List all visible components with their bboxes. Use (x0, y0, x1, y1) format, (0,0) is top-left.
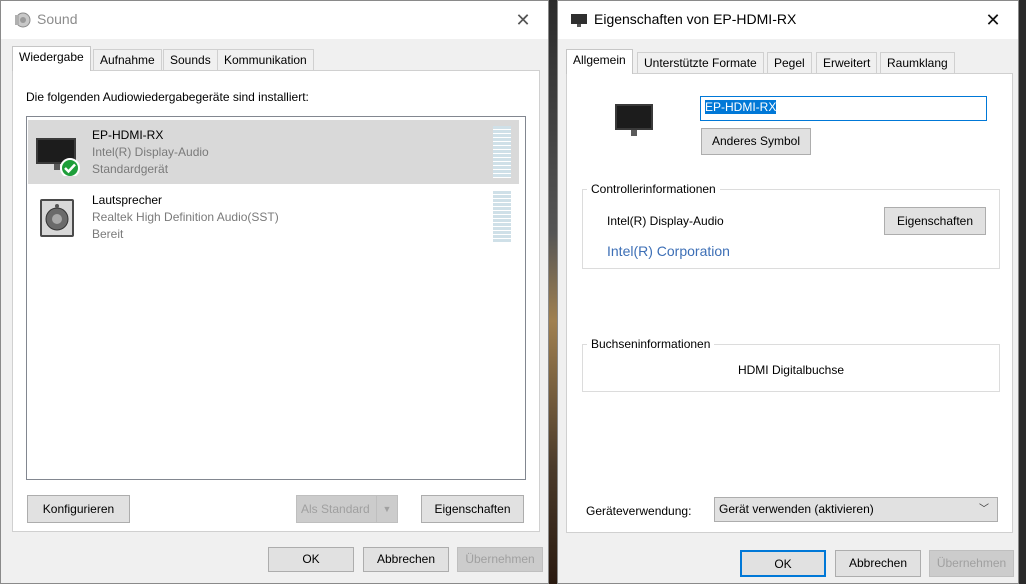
speaker-title-icon (15, 12, 31, 28)
jack-info-value: HDMI Digitalbuchse (737, 363, 845, 377)
tab-kommunikation[interactable]: Kommunikation (217, 49, 314, 71)
monitor-title-icon (571, 14, 587, 27)
monitor-icon (615, 104, 653, 136)
controller-info-label: Controllerinformationen (587, 182, 720, 196)
general-panel: EP-HDMI-RX Anderes Symbol Controllerinfo… (566, 73, 1013, 533)
sound-window: Sound ✕ Wiedergabe Aufnahme Sounds Kommu… (0, 0, 549, 584)
device-name-value: EP-HDMI-RX (705, 100, 777, 114)
device-driver: Realtek High Definition Audio(SST) (92, 210, 279, 224)
desktop-background-right (1018, 0, 1026, 584)
sound-close-icon[interactable]: ✕ (512, 9, 534, 31)
list-item-ep-hdmi-rx[interactable]: EP-HDMI-RX Intel(R) Display-Audio Standa… (28, 120, 519, 184)
tab-allgemein[interactable]: Allgemein (566, 49, 633, 74)
device-name: EP-HDMI-RX (92, 128, 164, 142)
tab-wiedergabe[interactable]: Wiedergabe (12, 46, 91, 71)
ok-button[interactable]: OK (268, 547, 354, 572)
change-icon-button[interactable]: Anderes Symbol (701, 128, 811, 155)
ok-button[interactable]: OK (740, 550, 826, 577)
jack-info-label: Buchseninformationen (587, 337, 715, 351)
tab-pegel[interactable]: Pegel (767, 52, 812, 74)
device-usage-select[interactable]: Gerät verwenden (aktivieren) ﹀ (714, 497, 998, 522)
volume-meter (493, 126, 511, 178)
playback-panel: Die folgenden Audiowiedergabegeräte sind… (12, 70, 540, 532)
controller-name: Intel(R) Display-Audio (607, 214, 724, 228)
manufacturer-link[interactable]: Intel(R) Corporation (607, 243, 730, 259)
apply-button[interactable]: Übernehmen (929, 550, 1014, 577)
device-status: Standardgerät (92, 162, 169, 176)
tab-erweitert[interactable]: Erweitert (816, 52, 878, 74)
controller-info-group: Controllerinformationen Intel(R) Display… (582, 182, 1000, 269)
properties-window: Eigenschaften von EP-HDMI-RX ✕ Allgemein… (557, 0, 1019, 584)
chevron-down-icon: ﹀ (979, 504, 989, 515)
properties-window-title: Eigenschaften von EP-HDMI-RX (594, 11, 797, 27)
tab-sounds[interactable]: Sounds (163, 49, 218, 71)
sound-titlebar[interactable]: Sound ✕ (1, 1, 548, 39)
cancel-button[interactable]: Abbrechen (363, 547, 449, 572)
configure-button[interactable]: Konfigurieren (27, 495, 130, 523)
sound-window-title: Sound (37, 11, 78, 27)
playback-instructions: Die folgenden Audiowiedergabegeräte sind… (26, 90, 309, 104)
device-status: Bereit (92, 227, 124, 241)
volume-meter (493, 191, 511, 243)
device-name: Lautsprecher (92, 193, 163, 207)
tab-aufnahme[interactable]: Aufnahme (93, 49, 162, 71)
tab-raumklang[interactable]: Raumklang (880, 52, 955, 74)
tab-unterstuetzte-formate[interactable]: Unterstützte Formate (637, 52, 764, 74)
list-item-lautsprecher[interactable]: Lautsprecher Realtek High Definition Aud… (28, 185, 519, 249)
chevron-down-icon[interactable]: ▼ (376, 496, 397, 522)
cancel-button[interactable]: Abbrechen (835, 550, 921, 577)
device-name-input[interactable]: EP-HDMI-RX (700, 96, 987, 121)
properties-close-icon[interactable]: ✕ (982, 9, 1004, 31)
properties-button[interactable]: Eigenschaften (421, 495, 524, 523)
apply-button[interactable]: Übernehmen (457, 547, 543, 572)
device-list[interactable]: EP-HDMI-RX Intel(R) Display-Audio Standa… (26, 116, 526, 480)
monitor-icon (36, 138, 80, 176)
set-default-split-button[interactable]: Als Standard ▼ (296, 495, 398, 523)
device-driver: Intel(R) Display-Audio (92, 145, 209, 159)
properties-titlebar[interactable]: Eigenschaften von EP-HDMI-RX ✕ (558, 1, 1018, 39)
speaker-icon (40, 199, 74, 237)
controller-properties-button[interactable]: Eigenschaften (884, 207, 986, 235)
set-default-label: Als Standard (301, 502, 370, 516)
device-usage-value: Gerät verwenden (aktivieren) (719, 502, 874, 516)
jack-info-group: Buchseninformationen HDMI Digitalbuchse (582, 337, 1000, 392)
device-usage-label: Geräteverwendung: (586, 504, 692, 518)
